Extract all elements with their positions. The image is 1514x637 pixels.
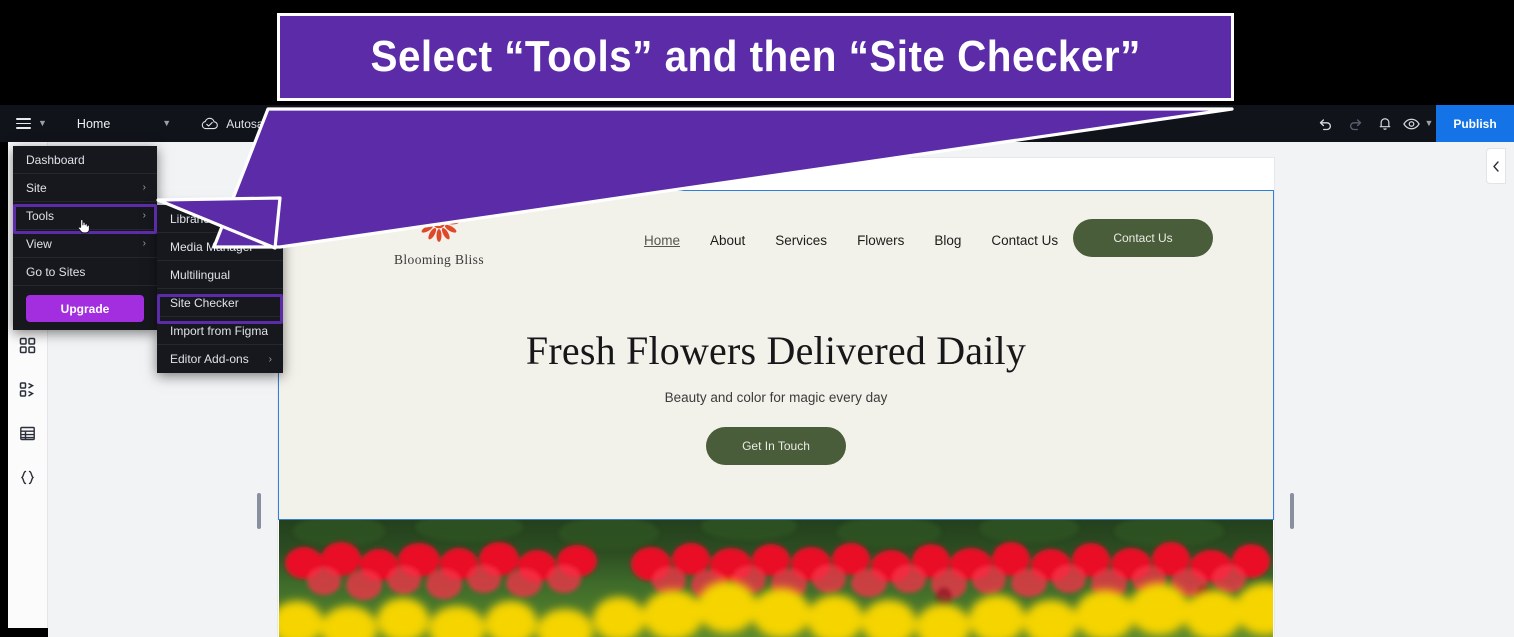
- hero-image-tulip-field[interactable]: [279, 519, 1273, 637]
- canvas-resize-handle-left[interactable]: [257, 493, 261, 529]
- zoom-level-label: 100%: [826, 117, 857, 130]
- chevron-down-icon: ▼: [38, 118, 47, 128]
- hamburger-icon: [16, 118, 31, 129]
- chevron-down-icon: ▼: [162, 118, 172, 128]
- chevron-left-icon: [1493, 160, 1499, 172]
- site-nav-item-contact-us[interactable]: Contact Us: [991, 233, 1058, 248]
- menu-item-label: Multilingual: [170, 267, 231, 282]
- submenu-item-import-from-figma[interactable]: Import from Figma: [157, 317, 283, 345]
- menu-item-label: Tools: [26, 208, 55, 223]
- upgrade-button-menu[interactable]: Upgrade: [26, 295, 144, 322]
- redo-icon: [1349, 118, 1361, 130]
- chevron-down-icon: ▼: [795, 118, 805, 128]
- sections-icon[interactable]: [17, 378, 39, 400]
- viewport-width-label: 1280px: [752, 117, 790, 130]
- collapse-panel-button[interactable]: [1486, 148, 1506, 184]
- chevron-right-icon: ›: [142, 182, 146, 193]
- site-logo-text: Blooming Bliss: [394, 252, 484, 267]
- tablet-view-button[interactable]: [648, 111, 674, 137]
- hero-section[interactable]: Fresh Flowers Delivered Daily Beauty and…: [279, 295, 1273, 519]
- hero-subtitle: Beauty and color for magic every day: [664, 390, 888, 405]
- undo-button[interactable]: [1310, 105, 1340, 142]
- submenu-item-site-checker[interactable]: Site Checker: [157, 289, 283, 317]
- tools-submenu: Libraries Media Manager Multilingual Sit…: [157, 205, 283, 373]
- menu-item-label: Dashboard: [26, 152, 85, 167]
- table-layout-icon[interactable]: [17, 422, 39, 444]
- grid-squares-icon[interactable]: [17, 334, 39, 356]
- autosave-label: Autosave on: [226, 116, 293, 131]
- site-nav: Home About Services Flowers Blog Contact…: [644, 233, 1058, 248]
- menu-item-label: Media Manager: [170, 239, 254, 254]
- chevron-down-icon: ▼: [1424, 118, 1434, 128]
- page-selector[interactable]: Home ▼: [77, 117, 171, 131]
- undo-icon: [1319, 118, 1331, 130]
- chevron-down-icon: ▼: [862, 118, 871, 128]
- notifications-button[interactable]: [1370, 105, 1400, 142]
- autosave-status: Autosave on: [201, 117, 293, 131]
- menu-item-dashboard[interactable]: Dashboard: [13, 146, 157, 174]
- tulip-field-photo: [279, 519, 1273, 637]
- mouse-cursor-pointer-icon: [77, 218, 90, 234]
- menu-item-go-to-sites[interactable]: Go to Sites: [13, 258, 157, 286]
- instruction-banner-text: Select “Tools” and then “Site Checker”: [370, 32, 1141, 81]
- hero-title: Fresh Flowers Delivered Daily: [525, 328, 1027, 373]
- submenu-item-multilingual[interactable]: Multilingual: [157, 261, 283, 289]
- publish-button[interactable]: Publish: [1436, 105, 1514, 142]
- main-dropdown-menu: Dashboard Site › Tools › View › Go to Si…: [13, 146, 157, 330]
- mobile-view-button[interactable]: [676, 111, 702, 137]
- menu-item-site[interactable]: Site ›: [13, 174, 157, 202]
- menu-item-label: Site Checker: [170, 295, 239, 310]
- code-braces-icon[interactable]: [17, 466, 39, 488]
- menu-item-label: Go to Sites: [26, 264, 86, 279]
- redo-button[interactable]: [1340, 105, 1370, 142]
- flower-burst-icon: [419, 202, 459, 242]
- instruction-banner: Select “Tools” and then “Site Checker”: [277, 13, 1234, 101]
- chevron-right-icon: ›: [142, 210, 146, 221]
- menu-item-label: View: [26, 236, 52, 251]
- chevron-right-icon: ›: [268, 353, 272, 365]
- current-page-label: Home: [76, 116, 111, 131]
- bell-icon: [1379, 118, 1391, 130]
- editor-top-bar: ▼ Home ▼ Autosave on ··· 1280px ▼ 100% ▼…: [0, 105, 1514, 142]
- site-nav-item-blog[interactable]: Blog: [934, 233, 961, 248]
- menu-item-label: Libraries: [170, 211, 217, 226]
- menu-item-label: Import from Figma: [170, 323, 269, 338]
- zoom-level-selector[interactable]: 100% ▼: [827, 118, 871, 130]
- submenu-item-libraries[interactable]: Libraries: [157, 205, 283, 233]
- eye-icon: [1402, 118, 1420, 129]
- canvas-resize-handle-right[interactable]: [1290, 493, 1294, 529]
- hero-cta-button[interactable]: Get In Touch: [706, 427, 846, 465]
- main-menu-button[interactable]: ▼: [16, 118, 47, 129]
- site-nav-item-flowers[interactable]: Flowers: [857, 233, 904, 248]
- site-header-section[interactable]: Blooming Bliss Home About Services Flowe…: [279, 191, 1273, 295]
- site-logo[interactable]: Blooming Bliss: [374, 201, 504, 268]
- desktop-view-button[interactable]: [620, 111, 646, 137]
- chevron-right-icon: ›: [142, 238, 146, 249]
- upgrade-button-toolbar[interactable]: Upgrade: [893, 112, 966, 135]
- menu-item-label: Editor Add-ons: [170, 352, 249, 366]
- more-options-button[interactable]: ···: [710, 111, 736, 137]
- viewport-width-selector[interactable]: 1280px ▼: [752, 118, 805, 130]
- site-nav-item-about[interactable]: About: [710, 233, 745, 248]
- site-header-contact-button[interactable]: Contact Us: [1073, 219, 1213, 257]
- site-nav-item-home[interactable]: Home: [644, 233, 680, 248]
- cloud-check-icon: [201, 117, 219, 129]
- site-nav-item-services[interactable]: Services: [775, 233, 827, 248]
- preview-button[interactable]: ▼: [1400, 105, 1436, 142]
- menu-item-label: Site: [26, 180, 47, 195]
- submenu-item-media-manager[interactable]: Media Manager: [157, 233, 283, 261]
- submenu-item-editor-add-ons[interactable]: Editor Add-ons ›: [157, 345, 283, 373]
- editor-screenshot: Blooming Bliss Home About Services Flowe…: [0, 0, 1514, 637]
